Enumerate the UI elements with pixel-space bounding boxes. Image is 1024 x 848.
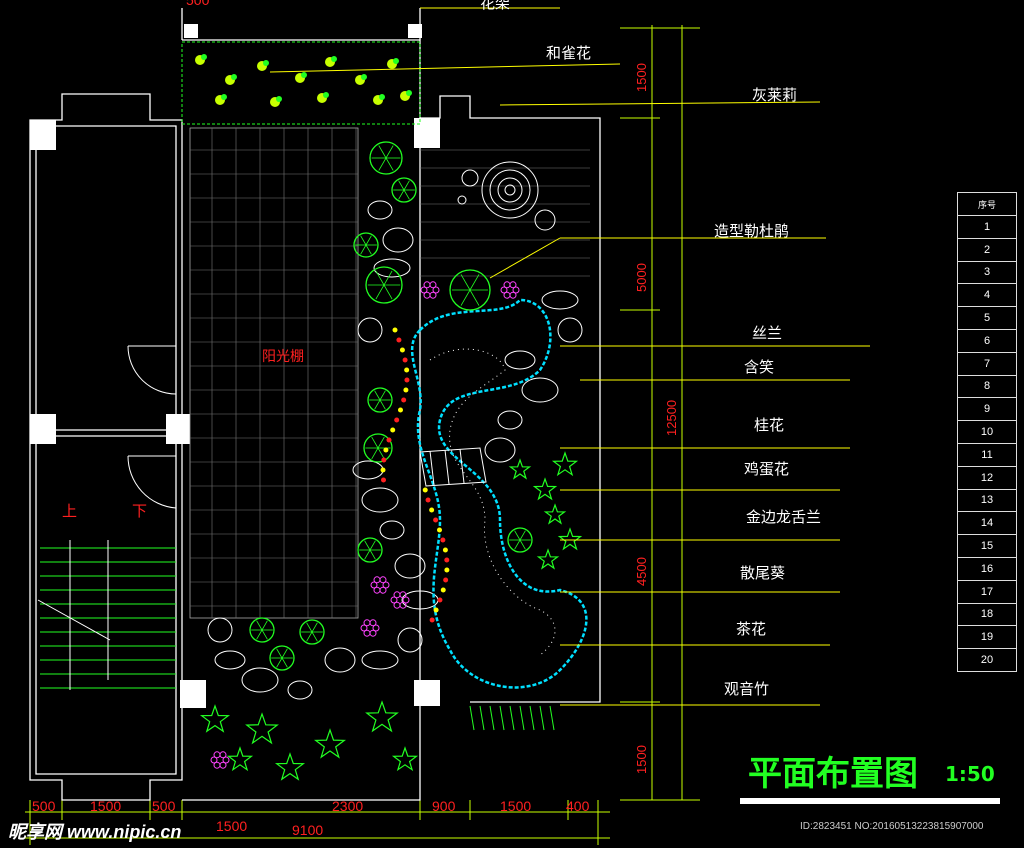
dimension-lines	[25, 25, 700, 845]
dim-h-1: 500	[32, 798, 56, 814]
callout-hequehua: 和雀花	[546, 44, 592, 62]
callout-yucca: 丝兰	[752, 324, 783, 342]
dim-top-partial: 500	[186, 0, 210, 8]
dim-h-7: 400	[566, 798, 590, 814]
dim-h-total: 9100	[292, 822, 324, 838]
legend-row-number: 12	[957, 465, 1017, 490]
dim-v-4: 4500	[634, 557, 649, 586]
building-walls	[29, 8, 601, 801]
room-label-sunroom: 阳光棚	[262, 349, 304, 365]
legend-row-number: 19	[957, 625, 1017, 650]
legend-row-number: 3	[957, 260, 1017, 285]
legend-row-number: 8	[957, 374, 1017, 399]
tiled-sunroom-grid	[189, 127, 359, 619]
wood-deck	[420, 149, 590, 277]
legend-row-number: 2	[957, 237, 1017, 262]
legend-row-number: 16	[957, 556, 1017, 581]
legend-row-number: 9	[957, 397, 1017, 422]
stair-up-label: 上	[62, 502, 78, 520]
callout-areca-palm: 散尾葵	[740, 564, 786, 582]
legend-row-number: 17	[957, 579, 1017, 604]
callout-plumeria: 鸡蛋花	[744, 460, 790, 478]
watermark-brand: 昵享网 www.nipic.cn	[8, 822, 182, 842]
legend-row-number: 6	[957, 328, 1017, 353]
legend-row-number: 5	[957, 306, 1017, 330]
legend-row-number: 15	[957, 534, 1017, 558]
watermark-id: ID:2823451 NO:20160513223815907000	[800, 821, 984, 832]
legend-row-number: 4	[957, 283, 1017, 308]
dim-h-3: 500	[152, 798, 176, 814]
legend-row-number: 7	[957, 351, 1017, 376]
legend-row-number: 20	[957, 648, 1017, 672]
dim-h-8: 1500	[216, 818, 248, 834]
legend-row-number: 13	[957, 488, 1017, 513]
callout-huilaili: 灰莱莉	[752, 86, 798, 104]
legend-row-number: 10	[957, 420, 1017, 444]
stair-down-label: 下	[132, 502, 148, 520]
planting-symbols	[199, 141, 583, 781]
dim-h-6: 1500	[500, 798, 532, 814]
callout-leaders	[269, 7, 870, 706]
dim-v-5: 1500	[634, 745, 649, 774]
callout-bougainvillea: 造型勒杜鹃	[714, 222, 790, 240]
drawing-scale: 1:50	[945, 762, 995, 786]
dim-v-2: 5000	[634, 263, 649, 292]
dim-v-3: 12500	[664, 399, 679, 436]
callout-osmanthus: 桂花	[754, 416, 785, 434]
pergola-planting	[181, 41, 421, 125]
tree-stump-feature	[457, 161, 556, 231]
legend-row-number: 11	[957, 442, 1017, 467]
title-underline	[740, 798, 1000, 804]
dim-h-4: 2300	[332, 798, 364, 814]
legend-row-number: 18	[957, 602, 1017, 627]
callout-camellia: 茶花	[736, 620, 767, 638]
stream-pond	[410, 298, 588, 689]
callout-hanxiao: 含笑	[744, 358, 775, 376]
legend-header: 序号	[957, 192, 1017, 216]
dim-v-1: 1500	[634, 63, 649, 92]
callout-agave: 金边龙舌兰	[746, 508, 822, 526]
callout-rhapis: 观音竹	[724, 680, 770, 698]
drawing-title: 平面布置图	[748, 754, 918, 794]
callout-huajia: 花架	[480, 0, 511, 12]
cad-floor-plan	[25, 7, 1000, 845]
dim-h-2: 1500	[90, 798, 122, 814]
pergola-plants	[195, 54, 412, 107]
legend-row-number: 14	[957, 511, 1017, 536]
legend-row-number: 1	[957, 215, 1017, 239]
legend-table: 序号 1 2 3 4 5 6 7 8 9 10 11 12 13 14 15 16 17 18 19 20	[957, 192, 1017, 672]
dim-h-5: 900	[432, 798, 456, 814]
